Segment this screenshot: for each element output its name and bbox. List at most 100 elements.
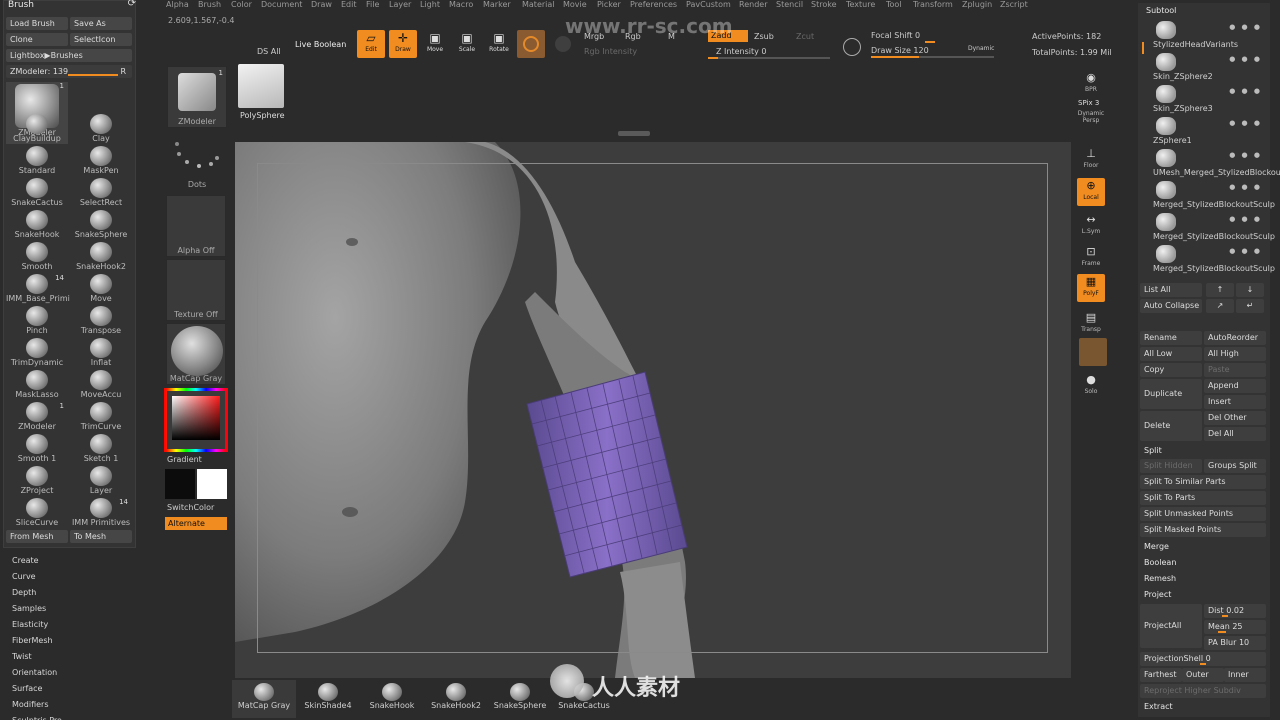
subtool-visibility-icon[interactable]: ● ● ● bbox=[1229, 215, 1262, 223]
split-section-header[interactable]: Split bbox=[1144, 446, 1162, 455]
live-boolean-button[interactable]: Live Boolean bbox=[295, 40, 346, 49]
menu-stencil[interactable]: Stencil bbox=[776, 0, 803, 9]
menu-tool[interactable]: Tool bbox=[886, 0, 902, 9]
edit-button[interactable]: ▱ Edit bbox=[357, 30, 385, 58]
color-picker[interactable] bbox=[164, 388, 228, 452]
brush-smooth-1[interactable]: Smooth 1 bbox=[6, 434, 68, 466]
lsym-button[interactable]: ↔ L.Sym bbox=[1077, 212, 1105, 240]
all-low-button[interactable]: All Low bbox=[1140, 347, 1202, 361]
material-swatch-button[interactable] bbox=[517, 30, 545, 58]
brush-imm-base-primi[interactable]: IMM_Base_Primi 14 bbox=[6, 274, 70, 306]
clone-button[interactable]: Clone bbox=[6, 33, 68, 46]
subtool-item[interactable]: ● ● ● Skin_ZSphere3 bbox=[1140, 83, 1268, 113]
secondary-color-swatch[interactable] bbox=[165, 469, 195, 499]
brush-clay[interactable]: Clay bbox=[70, 114, 132, 146]
from-mesh-button[interactable]: From Mesh bbox=[6, 530, 68, 543]
all-high-button[interactable]: All High bbox=[1204, 347, 1266, 361]
polysphere-tool[interactable]: PolySphere bbox=[236, 62, 286, 120]
boolean-section-header[interactable]: Boolean bbox=[1144, 558, 1176, 567]
auto-reorder-button[interactable]: AutoReorder bbox=[1204, 331, 1266, 345]
move-button[interactable]: ▣ Move bbox=[421, 30, 449, 58]
primary-color-swatch[interactable] bbox=[197, 469, 227, 499]
brush-layer[interactable]: Layer bbox=[70, 466, 132, 498]
subtool-visibility-icon[interactable]: ● ● ● bbox=[1229, 151, 1262, 159]
brush-imm-primitives[interactable]: IMM Primitives 14 bbox=[70, 498, 132, 530]
section-surface[interactable]: Surface bbox=[12, 684, 42, 693]
color-square[interactable] bbox=[172, 396, 220, 440]
subtool-visibility-icon[interactable]: ● ● ● bbox=[1229, 87, 1262, 95]
floor-button[interactable]: ⊥ Floor bbox=[1077, 146, 1105, 174]
subtool-visibility-icon[interactable]: ● ● ● bbox=[1229, 55, 1262, 63]
remesh-section-header[interactable]: Remesh bbox=[1144, 574, 1176, 583]
brush-move[interactable]: Move bbox=[70, 274, 132, 306]
subtool-item[interactable]: ● ● ● Merged_StylizedBlockoutSculp bbox=[1140, 179, 1275, 209]
rgb-toggle-icon[interactable] bbox=[555, 36, 571, 52]
brush-selectrect[interactable]: SelectRect bbox=[70, 178, 132, 210]
duplicate-button[interactable]: Duplicate bbox=[1140, 379, 1202, 409]
project-section-header[interactable]: Project bbox=[1144, 590, 1171, 599]
lightbox-brushes-button[interactable]: Lightbox▶Brushes bbox=[6, 49, 132, 62]
brush-trimdynamic[interactable]: TrimDynamic bbox=[6, 338, 68, 370]
dist-slider[interactable]: Dist 0.02 bbox=[1204, 604, 1266, 618]
move-up-icon[interactable]: ↑ bbox=[1206, 283, 1234, 297]
menu-macro[interactable]: Macro bbox=[449, 0, 473, 9]
brush-snakecactus[interactable]: SnakeCactus bbox=[6, 178, 68, 210]
brush-slicecurve[interactable]: SliceCurve bbox=[6, 498, 68, 530]
subtool-visibility-icon[interactable]: ● ● ● bbox=[1229, 119, 1262, 127]
focal-shift-slider[interactable]: Focal Shift 0 bbox=[871, 31, 920, 40]
brush-standard[interactable]: Standard bbox=[6, 146, 68, 178]
zsub-button[interactable]: Zsub bbox=[754, 32, 774, 41]
subtool-item[interactable]: ● ● ● Merged_StylizedBlockoutSculp bbox=[1140, 243, 1275, 273]
list-all-button[interactable]: List All bbox=[1140, 283, 1202, 297]
split-hidden-button[interactable]: Split Hidden bbox=[1140, 459, 1202, 473]
subtool-visibility-icon[interactable]: ● ● ● bbox=[1229, 23, 1262, 31]
switch-color-label[interactable]: SwitchColor bbox=[167, 503, 214, 512]
delete-button[interactable]: Delete bbox=[1140, 411, 1202, 441]
split-parts-button[interactable]: Split To Parts bbox=[1140, 491, 1266, 505]
menu-draw[interactable]: Draw bbox=[311, 0, 332, 9]
load-brush-button[interactable]: Load Brush bbox=[6, 17, 68, 30]
menu-zplugin[interactable]: Zplugin bbox=[962, 0, 992, 9]
section-curve[interactable]: Curve bbox=[12, 572, 36, 581]
bottom-brush-skinshade4[interactable]: SkinShade4 bbox=[297, 683, 359, 717]
append-button[interactable]: Append bbox=[1204, 379, 1266, 393]
spix-slider[interactable]: SPix 3 bbox=[1078, 99, 1099, 107]
bottom-brush-snakehook[interactable]: SnakeHook bbox=[361, 683, 423, 717]
brush-inflat[interactable]: Inflat bbox=[70, 338, 132, 370]
brush-zproject[interactable]: ZProject bbox=[6, 466, 68, 498]
brush-size-slider[interactable]: ZModeler: 139 R bbox=[6, 65, 132, 78]
menu-render[interactable]: Render bbox=[739, 0, 767, 9]
menu-document[interactable]: Document bbox=[261, 0, 302, 9]
section-twist[interactable]: Twist bbox=[12, 652, 32, 661]
solo-button[interactable]: ● Solo bbox=[1077, 372, 1105, 400]
brush-maskpen[interactable]: MaskPen bbox=[70, 146, 132, 178]
paste-button[interactable]: Paste bbox=[1204, 363, 1266, 377]
dynamic-toggle[interactable]: Dynamic bbox=[968, 45, 994, 52]
rename-button[interactable]: Rename bbox=[1140, 331, 1202, 345]
menu-preferences[interactable]: Preferences bbox=[630, 0, 677, 9]
to-mesh-button[interactable]: To Mesh bbox=[70, 530, 132, 543]
draw-button[interactable]: ✛ Draw bbox=[389, 30, 417, 58]
brush-moveaccu[interactable]: MoveAccu bbox=[70, 370, 132, 402]
current-tool-tile[interactable]: 1 ZModeler bbox=[167, 66, 227, 128]
split-similar-button[interactable]: Split To Similar Parts bbox=[1140, 475, 1266, 489]
pa-blur-slider[interactable]: PA Blur 10 bbox=[1204, 636, 1266, 650]
project-all-button[interactable]: ProjectAll bbox=[1140, 604, 1202, 648]
del-other-button[interactable]: Del Other bbox=[1204, 411, 1266, 425]
insert-button[interactable]: Insert bbox=[1204, 395, 1266, 409]
brush-masklasso[interactable]: MaskLasso bbox=[6, 370, 68, 402]
brush-claybuildup[interactable]: ClayBuildup bbox=[6, 114, 68, 146]
reproject-higher-subdiv-button[interactable]: Reproject Higher Subdiv bbox=[1140, 684, 1266, 698]
subtool-visibility-icon[interactable]: ● ● ● bbox=[1229, 183, 1262, 191]
rgb-intensity-slider[interactable]: Rgb Intensity bbox=[584, 47, 637, 56]
brush-snakehook[interactable]: SnakeHook bbox=[6, 210, 68, 242]
section-elasticity[interactable]: Elasticity bbox=[12, 620, 48, 629]
brush-snakehook2[interactable]: SnakeHook2 bbox=[70, 242, 132, 274]
menu-pavcustom[interactable]: PavCustom bbox=[686, 0, 731, 9]
rotate-button[interactable]: ▣ Rotate bbox=[485, 30, 513, 58]
subtool-item[interactable]: ● ● ● ZSphere1 bbox=[1140, 115, 1268, 145]
persp-button[interactable]: Dynamic Persp bbox=[1077, 110, 1105, 138]
copy-button[interactable]: Copy bbox=[1140, 363, 1202, 377]
frame-button[interactable]: ⊡ Frame bbox=[1077, 244, 1105, 272]
menu-color[interactable]: Color bbox=[231, 0, 252, 9]
